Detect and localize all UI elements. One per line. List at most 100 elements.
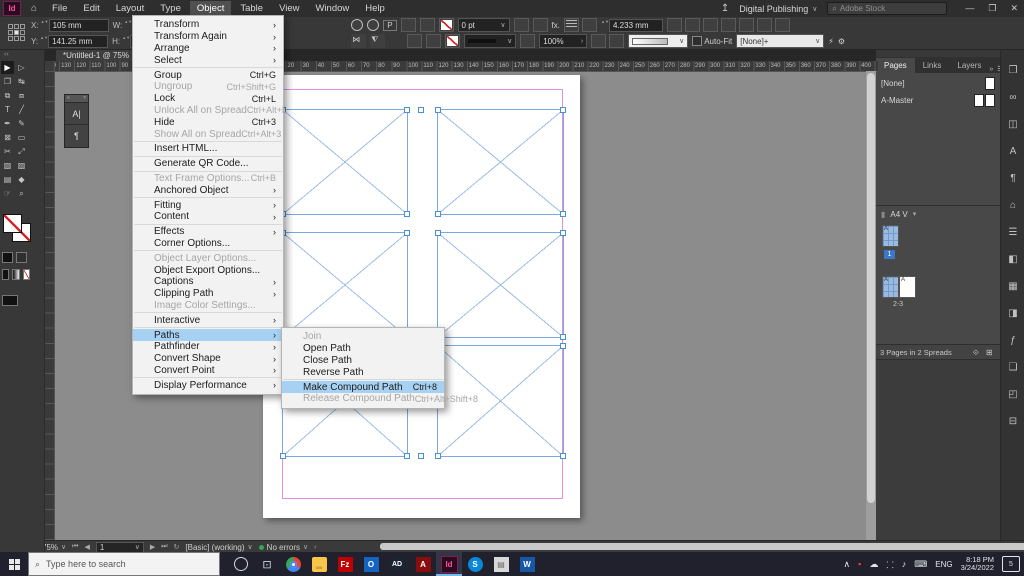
footer-icon[interactable]: ⊞ (986, 348, 993, 358)
adobe-stock-search[interactable]: ⌕ Adobe Stock (827, 2, 947, 15)
page-1-label[interactable]: 1 (884, 250, 895, 259)
align-bottom-icon[interactable] (426, 34, 441, 48)
start-button[interactable] (0, 552, 28, 576)
fill-swatch[interactable] (3, 214, 22, 233)
stroke-style-combo[interactable]: ∨ (464, 34, 516, 48)
menu-item[interactable]: Object Export Options... (133, 264, 283, 276)
master-a-row[interactable]: A-Master (876, 90, 1000, 107)
apply-gradient-icon[interactable] (12, 269, 19, 280)
close-icon[interactable]: × (83, 95, 86, 102)
taskbar-app[interactable] (280, 552, 306, 576)
panel-icon[interactable]: ☰ (1001, 219, 1024, 246)
wrap-around-icon[interactable] (582, 18, 597, 32)
notification-center-icon[interactable]: 5 (1002, 556, 1020, 572)
frame-icon[interactable] (533, 18, 548, 32)
tray-icon[interactable]: ⌨ (914, 559, 927, 570)
menu-item[interactable]: Image Color Settings... (133, 300, 283, 312)
menu-bar-item[interactable]: Table (233, 1, 270, 16)
panel-tab[interactable]: Links (915, 58, 950, 73)
tool-button[interactable]: ▭ (15, 131, 28, 144)
panel-icon[interactable]: ◰ (1001, 381, 1024, 408)
master-page-thumbnail[interactable] (985, 77, 995, 90)
page-3-thumbnail[interactable]: A (899, 276, 916, 298)
wrap-jump-icon[interactable] (609, 34, 624, 48)
status-back-icon[interactable]: ‹ (314, 544, 316, 551)
tool-button[interactable]: ⧉ (1, 89, 14, 102)
tool-button[interactable]: ⤢ (15, 145, 28, 158)
tool-button[interactable]: ▨ (15, 159, 28, 172)
menu-bar-item[interactable]: File (45, 1, 74, 16)
horizontal-scrollbar[interactable] (380, 543, 1024, 550)
gap-field[interactable]: ▲▼ 4.233 mm (601, 19, 663, 32)
clock[interactable]: 8:18 PM 3/24/2022 (961, 556, 994, 573)
panel-icon[interactable]: ❏ (1001, 354, 1024, 381)
taskbar-search[interactable]: ⌕ Type here to search (28, 552, 220, 576)
gap-value[interactable]: 4.233 mm (609, 19, 663, 32)
shear-icon[interactable]: ⧨ (370, 34, 385, 48)
apply-color-icon[interactable] (2, 269, 9, 280)
submenu-item[interactable]: Open Path (282, 343, 444, 355)
gradient-ramp-combo[interactable]: ∨ (628, 34, 688, 48)
minimize-button[interactable]: — (965, 3, 974, 14)
paragraph-formatting-button[interactable]: ¶ (65, 124, 88, 146)
taskbar-app[interactable] (228, 552, 254, 576)
menu-item[interactable]: Unlock All on Spread Ctrl+Alt+L (133, 105, 283, 117)
ruler-origin-corner[interactable] (44, 61, 55, 72)
panel-tab[interactable]: Layers (949, 58, 989, 73)
taskbar-app[interactable]: S (462, 552, 488, 576)
panel-icon[interactable]: ◨ (1001, 300, 1024, 327)
menu-item[interactable] (134, 250, 282, 251)
flip-icon[interactable]: ⋈ (351, 34, 366, 48)
menu-item[interactable]: Effects › (133, 226, 283, 238)
page-1-thumbnail[interactable]: A (882, 225, 899, 247)
submenu-item[interactable] (283, 379, 443, 380)
panel-icon[interactable]: ◧ (1001, 246, 1024, 273)
submenu-item[interactable]: Close Path (282, 355, 444, 367)
menu-bar-item[interactable]: Edit (76, 1, 106, 16)
y-value[interactable]: 141.25 mm (48, 35, 108, 48)
footer-icon[interactable]: ⟐ (973, 348, 979, 358)
fill-stroke-swatches[interactable] (3, 214, 33, 244)
vertical-scrollbar[interactable] (866, 71, 876, 540)
menu-bar-item[interactable]: View (272, 1, 306, 16)
menu-item[interactable]: Pathfinder › (133, 341, 283, 353)
menu-bar-item[interactable]: Object (190, 1, 231, 16)
fit-frame-icon[interactable] (685, 18, 700, 32)
menu-item[interactable] (134, 171, 282, 172)
page-2-thumbnail[interactable]: A (882, 276, 899, 298)
tray-icon[interactable]: ☁ (869, 559, 878, 570)
menu-item[interactable] (134, 327, 282, 328)
panel-icon[interactable]: ¶ (1001, 165, 1024, 192)
tool-button[interactable]: ❐ (1, 75, 14, 88)
tool-button[interactable]: ⧈ (15, 89, 28, 102)
tool-button[interactable]: ◆ (15, 173, 28, 186)
master-none-row[interactable]: [None] (876, 73, 1000, 90)
panel-icon[interactable]: ▦ (1001, 273, 1024, 300)
zoom-level-combo[interactable]: 75%∨ (42, 543, 66, 552)
vertical-ruler[interactable] (44, 71, 55, 540)
submenu-item[interactable]: Reverse Path (282, 366, 444, 378)
taskbar-app[interactable]: ▤ (488, 552, 514, 576)
tool-button[interactable]: ☞ (1, 187, 14, 200)
menu-item[interactable] (134, 224, 282, 225)
tool-button[interactable]: ✒ (1, 117, 14, 130)
rotate-spread-icon[interactable]: ↻ (174, 543, 180, 551)
master-page-thumbnail[interactable] (985, 94, 995, 107)
menu-item[interactable]: Content › (133, 211, 283, 223)
placeholder-frame[interactable] (282, 109, 408, 215)
placeholder-frame[interactable] (282, 232, 408, 338)
apply-none-icon[interactable] (23, 269, 30, 280)
menu-item[interactable]: Convert Shape › (133, 353, 283, 365)
taskbar-app[interactable]: A (410, 552, 436, 576)
document-page[interactable] (263, 75, 580, 518)
previous-page-button[interactable]: ◀ (84, 543, 89, 551)
flip-vertical-icon[interactable] (420, 18, 435, 32)
menu-item[interactable]: Interactive › (133, 314, 283, 326)
menu-bar-item[interactable]: Type (153, 1, 188, 16)
reference-point-proxy[interactable] (8, 24, 26, 42)
menu-item[interactable] (134, 67, 282, 68)
tool-button[interactable]: ↹ (15, 75, 28, 88)
preflight-status[interactable]: No errors∨ (259, 543, 308, 552)
tool-button[interactable]: ▧ (1, 159, 14, 172)
stepper-icon[interactable]: ▲▼ (124, 20, 130, 31)
